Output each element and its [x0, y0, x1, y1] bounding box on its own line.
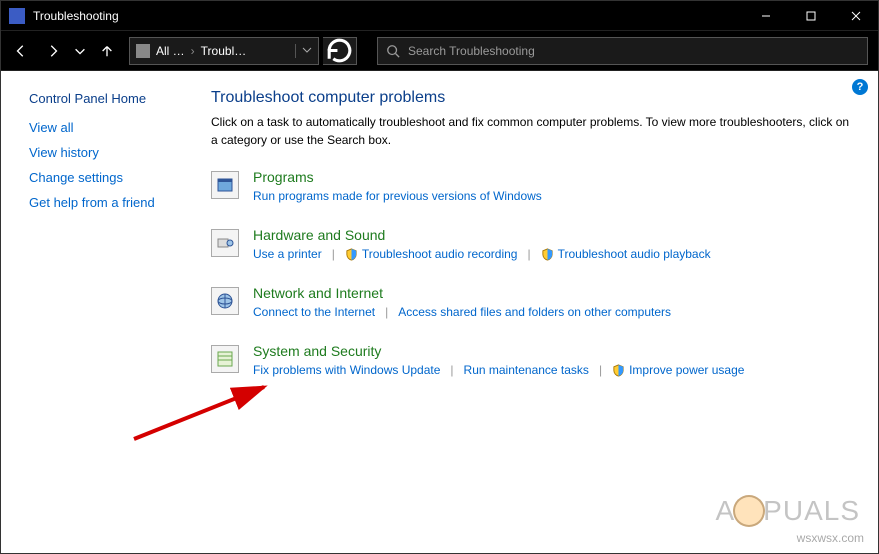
control-panel-window: Troubleshooting All [0, 0, 879, 554]
link-divider: | [385, 305, 388, 319]
breadcrumb-root[interactable]: All … [156, 44, 185, 58]
shield-icon [345, 248, 358, 261]
titlebar-left: Troubleshooting [9, 8, 119, 24]
link-divider: | [450, 363, 453, 377]
sidebar-item-view-history[interactable]: View history [29, 145, 191, 160]
app-icon [9, 8, 25, 24]
category-title-programs[interactable]: Programs [253, 169, 314, 185]
search-placeholder: Search Troubleshooting [408, 44, 535, 58]
breadcrumb-separator-icon: › [191, 44, 195, 58]
system-icon [211, 345, 239, 373]
titlebar: Troubleshooting [1, 1, 878, 31]
link-run-legacy-programs[interactable]: Run programs made for previous versions … [253, 189, 542, 203]
main-panel: Troubleshoot computer problems Click on … [211, 71, 878, 553]
sidebar-item-get-help[interactable]: Get help from a friend [29, 195, 191, 210]
link-shared-files[interactable]: Access shared files and folders on other… [398, 305, 671, 319]
content-body: Control Panel Home View all View history… [1, 71, 878, 553]
link-divider: | [599, 363, 602, 377]
watermark-url: wsxwsx.com [797, 531, 864, 545]
help-button[interactable]: ? [852, 79, 868, 95]
control-panel-home-link[interactable]: Control Panel Home [29, 91, 191, 106]
shield-icon [612, 364, 625, 377]
navbar: All … › Troubl… Search Troubleshooting [1, 31, 878, 71]
sidebar-item-view-all[interactable]: View all [29, 120, 191, 135]
link-windows-update[interactable]: Fix problems with Windows Update [253, 363, 440, 377]
category-title-network[interactable]: Network and Internet [253, 285, 383, 301]
back-button[interactable] [7, 37, 35, 65]
category-hardware: Hardware and Sound Use a printer | Troub… [211, 227, 856, 261]
category-title-system[interactable]: System and Security [253, 343, 381, 359]
up-button[interactable] [93, 37, 121, 65]
forward-button[interactable] [39, 37, 67, 65]
search-input[interactable]: Search Troubleshooting [377, 37, 868, 65]
category-programs: Programs Run programs made for previous … [211, 169, 856, 203]
maximize-button[interactable] [788, 1, 833, 31]
category-system: System and Security Fix problems with Wi… [211, 343, 856, 377]
programs-icon [211, 171, 239, 199]
breadcrumb-current[interactable]: Troubl… [201, 44, 247, 58]
window-title: Troubleshooting [33, 9, 119, 23]
category-title-hardware[interactable]: Hardware and Sound [253, 227, 385, 243]
recent-locations-button[interactable] [71, 37, 89, 65]
category-network: Network and Internet Connect to the Inte… [211, 285, 856, 319]
link-maintenance[interactable]: Run maintenance tasks [464, 363, 589, 377]
page-description: Click on a task to automatically trouble… [211, 113, 851, 149]
window-controls [743, 1, 878, 31]
sidebar-item-change-settings[interactable]: Change settings [29, 170, 191, 185]
network-icon [211, 287, 239, 315]
close-button[interactable] [833, 1, 878, 31]
shield-icon [541, 248, 554, 261]
link-divider: | [332, 247, 335, 261]
watermark-logo: A PUALS [715, 495, 860, 527]
link-use-printer[interactable]: Use a printer [253, 247, 322, 261]
link-audio-recording[interactable]: Troubleshoot audio recording [362, 247, 518, 261]
search-icon [386, 44, 400, 58]
refresh-button[interactable] [323, 37, 357, 65]
side-panel: Control Panel Home View all View history… [1, 71, 211, 553]
page-title: Troubleshoot computer problems [211, 89, 856, 107]
location-icon [136, 44, 150, 58]
minimize-button[interactable] [743, 1, 788, 31]
watermark-text-right: PUALS [763, 495, 860, 527]
link-power-usage[interactable]: Improve power usage [629, 363, 744, 377]
link-audio-playback[interactable]: Troubleshoot audio playback [558, 247, 711, 261]
watermark-face-icon [733, 495, 765, 527]
address-dropdown-icon[interactable] [295, 44, 312, 58]
address-bar[interactable]: All … › Troubl… [129, 37, 319, 65]
link-divider: | [527, 247, 530, 261]
hardware-icon [211, 229, 239, 257]
link-connect-internet[interactable]: Connect to the Internet [253, 305, 375, 319]
